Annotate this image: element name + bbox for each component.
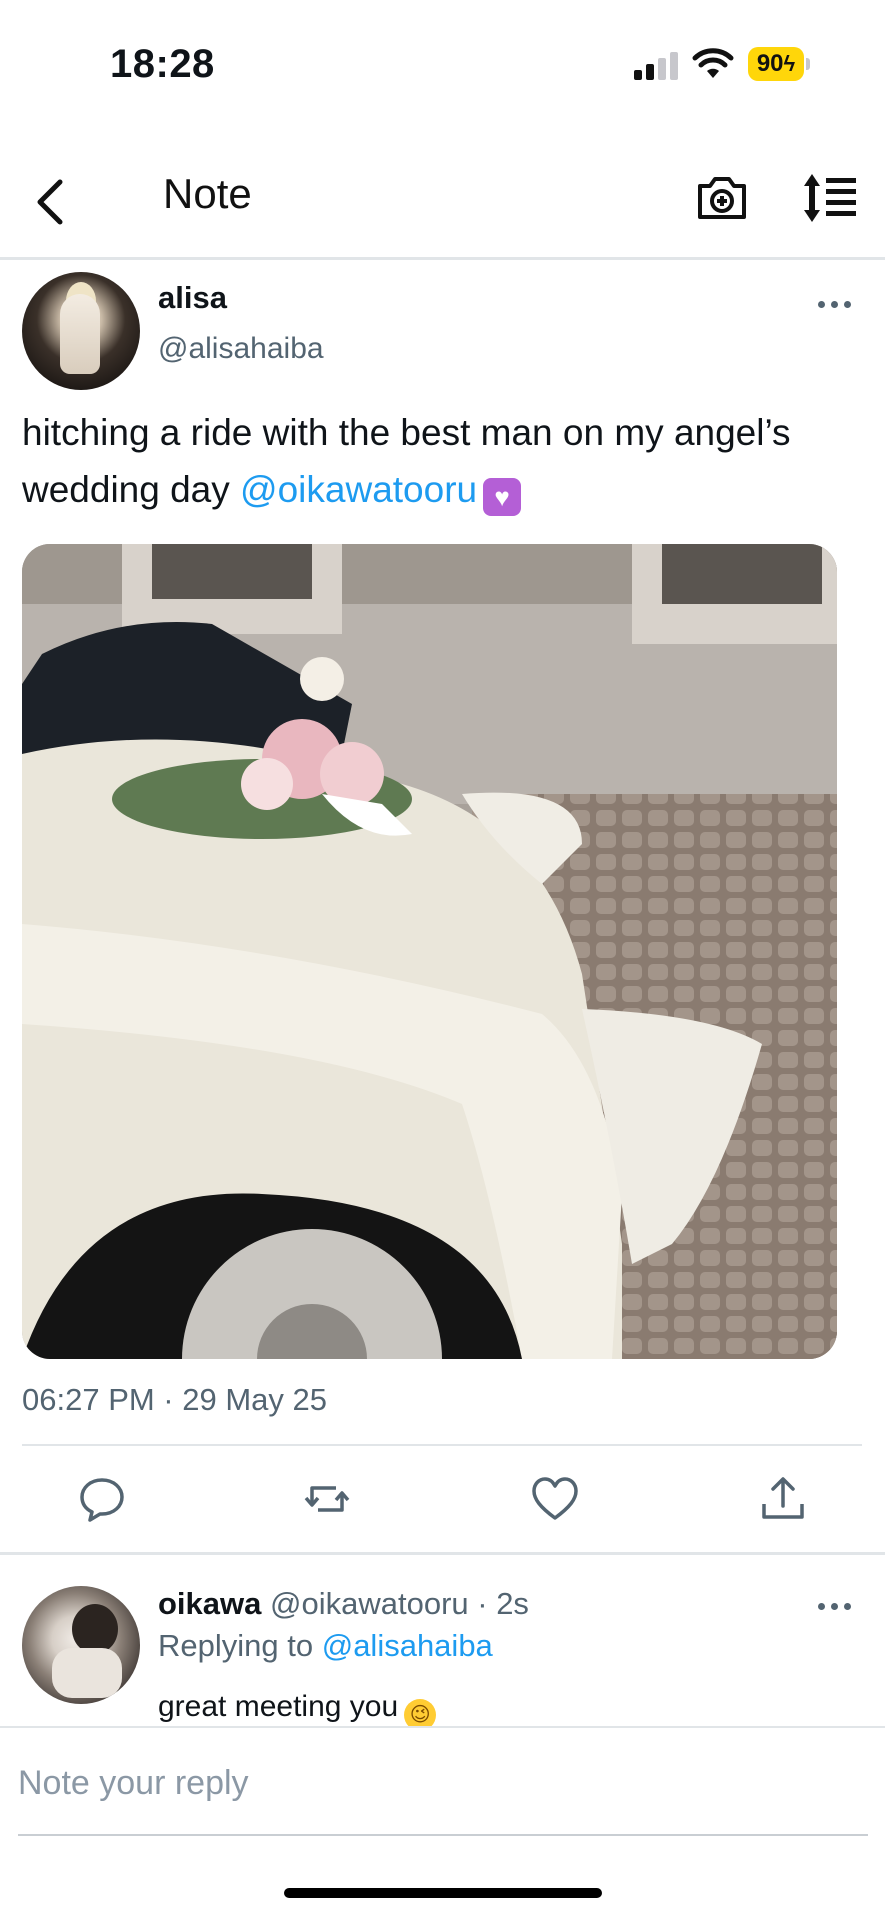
reply-input[interactable] xyxy=(18,1758,858,1808)
page-title: Note xyxy=(163,170,252,217)
tweet-timestamp: 06:27 PM · 29 May 25 xyxy=(22,1382,327,1417)
reply-button[interactable] xyxy=(77,1474,127,1524)
status-time: 18:28 xyxy=(110,42,215,86)
top-nav-bar: Note xyxy=(0,140,885,260)
retweet-icon xyxy=(304,1486,350,1512)
author-name[interactable]: alisa xyxy=(158,280,227,316)
wifi-icon xyxy=(692,46,734,80)
charging-bolt-icon: ϟ xyxy=(783,51,796,76)
like-button[interactable] xyxy=(530,1474,580,1524)
back-button[interactable] xyxy=(26,170,76,230)
sort-replies-button[interactable] xyxy=(800,170,860,226)
cellular-signal-icon xyxy=(634,50,680,80)
replying-label: Replying to xyxy=(158,1628,322,1663)
reply-header: oikawa @oikawatooru · 2s xyxy=(158,1586,529,1622)
replying-handle-link[interactable]: @alisahaiba xyxy=(322,1628,493,1663)
battery-level: 90 xyxy=(756,50,784,77)
sort-arrows-icon xyxy=(804,174,856,222)
camera-button[interactable] xyxy=(694,170,750,226)
back-chevron-icon xyxy=(37,179,63,225)
reply-text-content: great meeting you xyxy=(158,1690,399,1723)
more-options-icon[interactable] xyxy=(818,296,858,312)
avatar[interactable] xyxy=(22,272,140,390)
like-icon xyxy=(532,1477,578,1520)
tweet-text: hitching a ride with the best man on my … xyxy=(22,404,842,518)
share-button[interactable] xyxy=(758,1474,808,1524)
heart-decoration-emoji: ♥ xyxy=(483,478,522,516)
reply-text: great meeting you 😉 xyxy=(158,1690,437,1731)
home-indicator[interactable] xyxy=(284,1888,602,1898)
photo-icon xyxy=(22,544,837,1359)
mention-link[interactable]: @oikawatooru xyxy=(240,469,477,510)
share-icon xyxy=(762,1477,804,1519)
reply-icon xyxy=(80,1478,124,1522)
author-handle[interactable]: @alisahaiba xyxy=(158,332,324,366)
divider xyxy=(0,1552,885,1555)
replying-to: Replying to @alisahaiba xyxy=(158,1628,493,1664)
reply-author-name[interactable]: oikawa xyxy=(158,1586,261,1621)
tweet-photo[interactable] xyxy=(22,544,837,1359)
reply-avatar[interactable] xyxy=(22,1586,140,1704)
reply-author-meta: @oikawatooru · 2s xyxy=(270,1586,529,1621)
divider xyxy=(22,1444,862,1446)
camera-plus-icon xyxy=(698,177,746,219)
divider xyxy=(18,1834,868,1836)
reply-composer xyxy=(0,1726,885,1836)
battery-indicator: 90ϟ xyxy=(748,47,810,81)
reply-more-options-icon[interactable] xyxy=(818,1598,858,1614)
retweet-button[interactable] xyxy=(302,1474,352,1524)
